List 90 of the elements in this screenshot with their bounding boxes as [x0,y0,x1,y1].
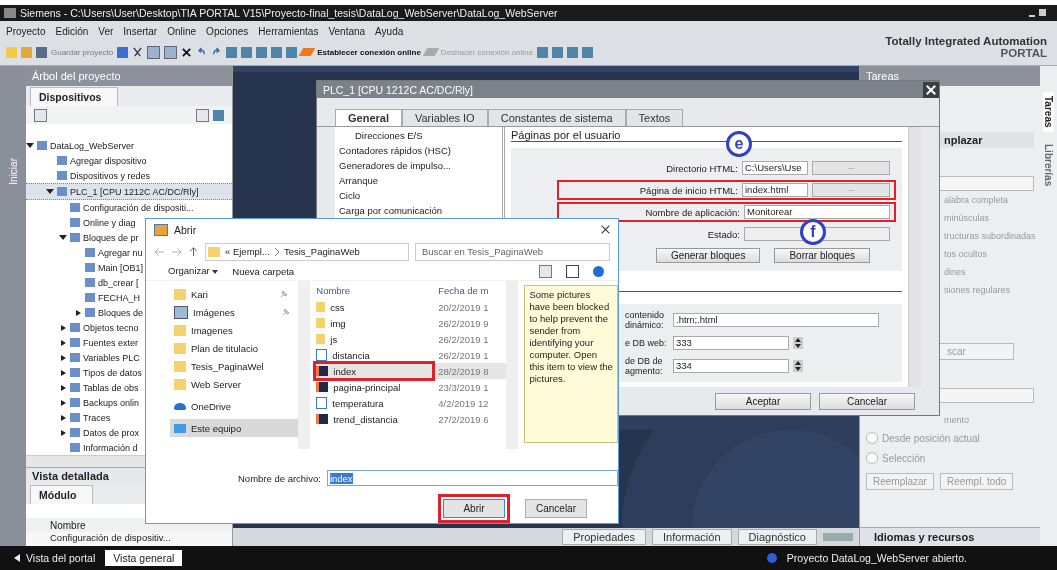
menu-item[interactable]: Proyecto [6,25,46,37]
field-label: Estado: [707,228,740,240]
browse-button[interactable]: ... [812,161,890,175]
dialog-title: PLC_1 [CPU 1212C AC/DC/Rly] [323,83,473,96]
search-field[interactable]: Buscar en Tesis_PaginaWeb [415,242,610,261]
input-field[interactable]: index.html [742,183,808,197]
option-label: tos ocultos [943,248,989,261]
go-online-button[interactable]: Establecer conexión online [317,47,421,57]
tree-item[interactable]: Dispositivos y redes [26,168,232,183]
inspector-tab[interactable]: Diagnóstico [737,529,817,545]
nav-item[interactable]: Arranque [339,175,498,190]
tree-item[interactable]: Agregar dispositivo [26,153,232,168]
field-label: contenido dinámico: [625,310,666,330]
field-label: e DB web: [625,338,668,348]
tree-item[interactable]: Información d [26,440,232,455]
menu-item[interactable]: Ayuda [375,25,404,37]
option-label: minúsculas [943,212,991,225]
option-label: tructuras subordinadas [943,230,1034,243]
status-message: Proyecto DataLog_WebServer abierto. [786,552,967,564]
menu-item[interactable]: Ventana [328,25,366,37]
input-field[interactable]: .htm;.html [673,313,879,327]
dialog-tab[interactable]: Constantes de sistema [487,109,626,126]
module-tab[interactable]: Módulo [30,485,94,504]
dialog-tab[interactable]: Variables IO [401,109,488,126]
nav-item[interactable]: Este equipo [170,419,299,438]
field-label: de DB de agmento: [625,356,664,376]
option-label: alabra completa [943,194,1010,207]
option-label: dines [943,266,967,279]
browse-button[interactable]: ... [812,183,890,197]
inspector-tab[interactable]: Información [652,529,732,545]
brand-subtitle: PORTAL [1000,47,1047,59]
panel-title: Árbol del proyecto [32,70,121,82]
menu-item[interactable]: Opciones [206,25,249,37]
nav-item[interactable]: Direcciones E/S [339,130,498,145]
option-label: mento [943,414,970,427]
column-header[interactable]: Nombre [316,284,439,296]
input-field[interactable]: 334 [673,359,789,373]
option-label: siones regulares [943,284,1012,297]
address-bar[interactable]: « Ejempl... Tesis_PaginaWeb [205,242,409,261]
panel-title: Tareas [866,70,900,82]
inspector-tab[interactable]: Propiedades [562,529,647,545]
tree-item[interactable]: Configuración de dispositi... [26,200,232,215]
dialog-button[interactable]: Aceptar [715,392,811,410]
nav-item[interactable]: Imagenes [170,321,299,340]
new-folder-button[interactable]: Nueva carpeta [232,265,295,277]
preview-message: Some pictures have been blocked to help prevent the sender from identifying your computer. Open this item to view the pictures. [529,289,613,385]
nav-item[interactable]: Ciclo [339,190,498,205]
organize-button[interactable]: Organizar [168,265,219,277]
brand-title: Totally Integrated Automation [885,35,1047,47]
input-field[interactable]: Monitorear [744,205,890,219]
dialog-tab[interactable]: General [335,109,402,126]
dialog-button[interactable]: Abrir [443,499,505,518]
menu-item[interactable]: Edición [55,25,89,37]
nav-item[interactable]: Plan de titulacio [170,339,299,358]
menu-item[interactable]: Ver [98,25,114,37]
side-tab[interactable]: Librerías [1043,139,1054,190]
dialog-button[interactable]: Cancelar [525,499,587,518]
block-button[interactable]: Borrar bloques [774,248,870,263]
nav-item[interactable]: Tesis_PaginaWel [170,357,299,376]
block-button[interactable]: Generar bloques [655,248,761,263]
nav-item[interactable]: Imágenes [170,303,299,322]
nav-item[interactable]: Contadores rápidos (HSC) [339,145,498,160]
field-label: Nombre de archivo: [238,472,321,484]
nav-item[interactable]: Web Server [170,375,299,394]
tree-item[interactable]: DataLog_WebServer [26,138,232,153]
filename-field[interactable]: index [326,470,618,487]
input-field[interactable]: C:\Users\Use [742,161,808,175]
window-title: Siemens - C:\Users\User\Desktop\TIA PORTAL V15\Proyecto-final_tesis\DataLog_WebServer\DataLog_WebServer [20,7,558,19]
dialog-title: Abrir [174,223,197,236]
portal-view-button[interactable]: Vista del portal [14,552,96,564]
side-tab[interactable]: Tareas [1043,92,1054,132]
input-field[interactable]: 333 [673,336,789,350]
menu-item[interactable]: Online [167,25,197,37]
overview-button[interactable]: Vista general [105,550,183,566]
nav-item[interactable]: Carga por comunicación [339,205,498,220]
field-label: Directorio HTML: [666,162,738,174]
save-project-button[interactable]: Guardar proyecto [51,47,114,57]
table-row[interactable]: Configuración de dispositiv... [26,532,232,546]
dialog-tab[interactable]: Textos [625,109,684,126]
field-label: Página de inicio HTML: [639,184,738,196]
dialog-button[interactable]: Cancelar [819,392,915,410]
column-header: Nombre [50,519,86,531]
tree-item[interactable]: PLC_1 [CPU 1212C AC/DC/Rly] [26,183,232,200]
nav-item[interactable]: Generadores de impulso... [339,160,498,175]
devices-tab[interactable]: Dispositivos [30,87,119,106]
field-label: Nombre de aplicación: [645,206,740,218]
section-title: Páginas por el usuario [511,129,621,141]
menu-item[interactable]: Insertar [123,25,158,37]
panel-title: Vista detallada [32,470,109,482]
menu-item[interactable]: Herramientas [258,25,319,37]
